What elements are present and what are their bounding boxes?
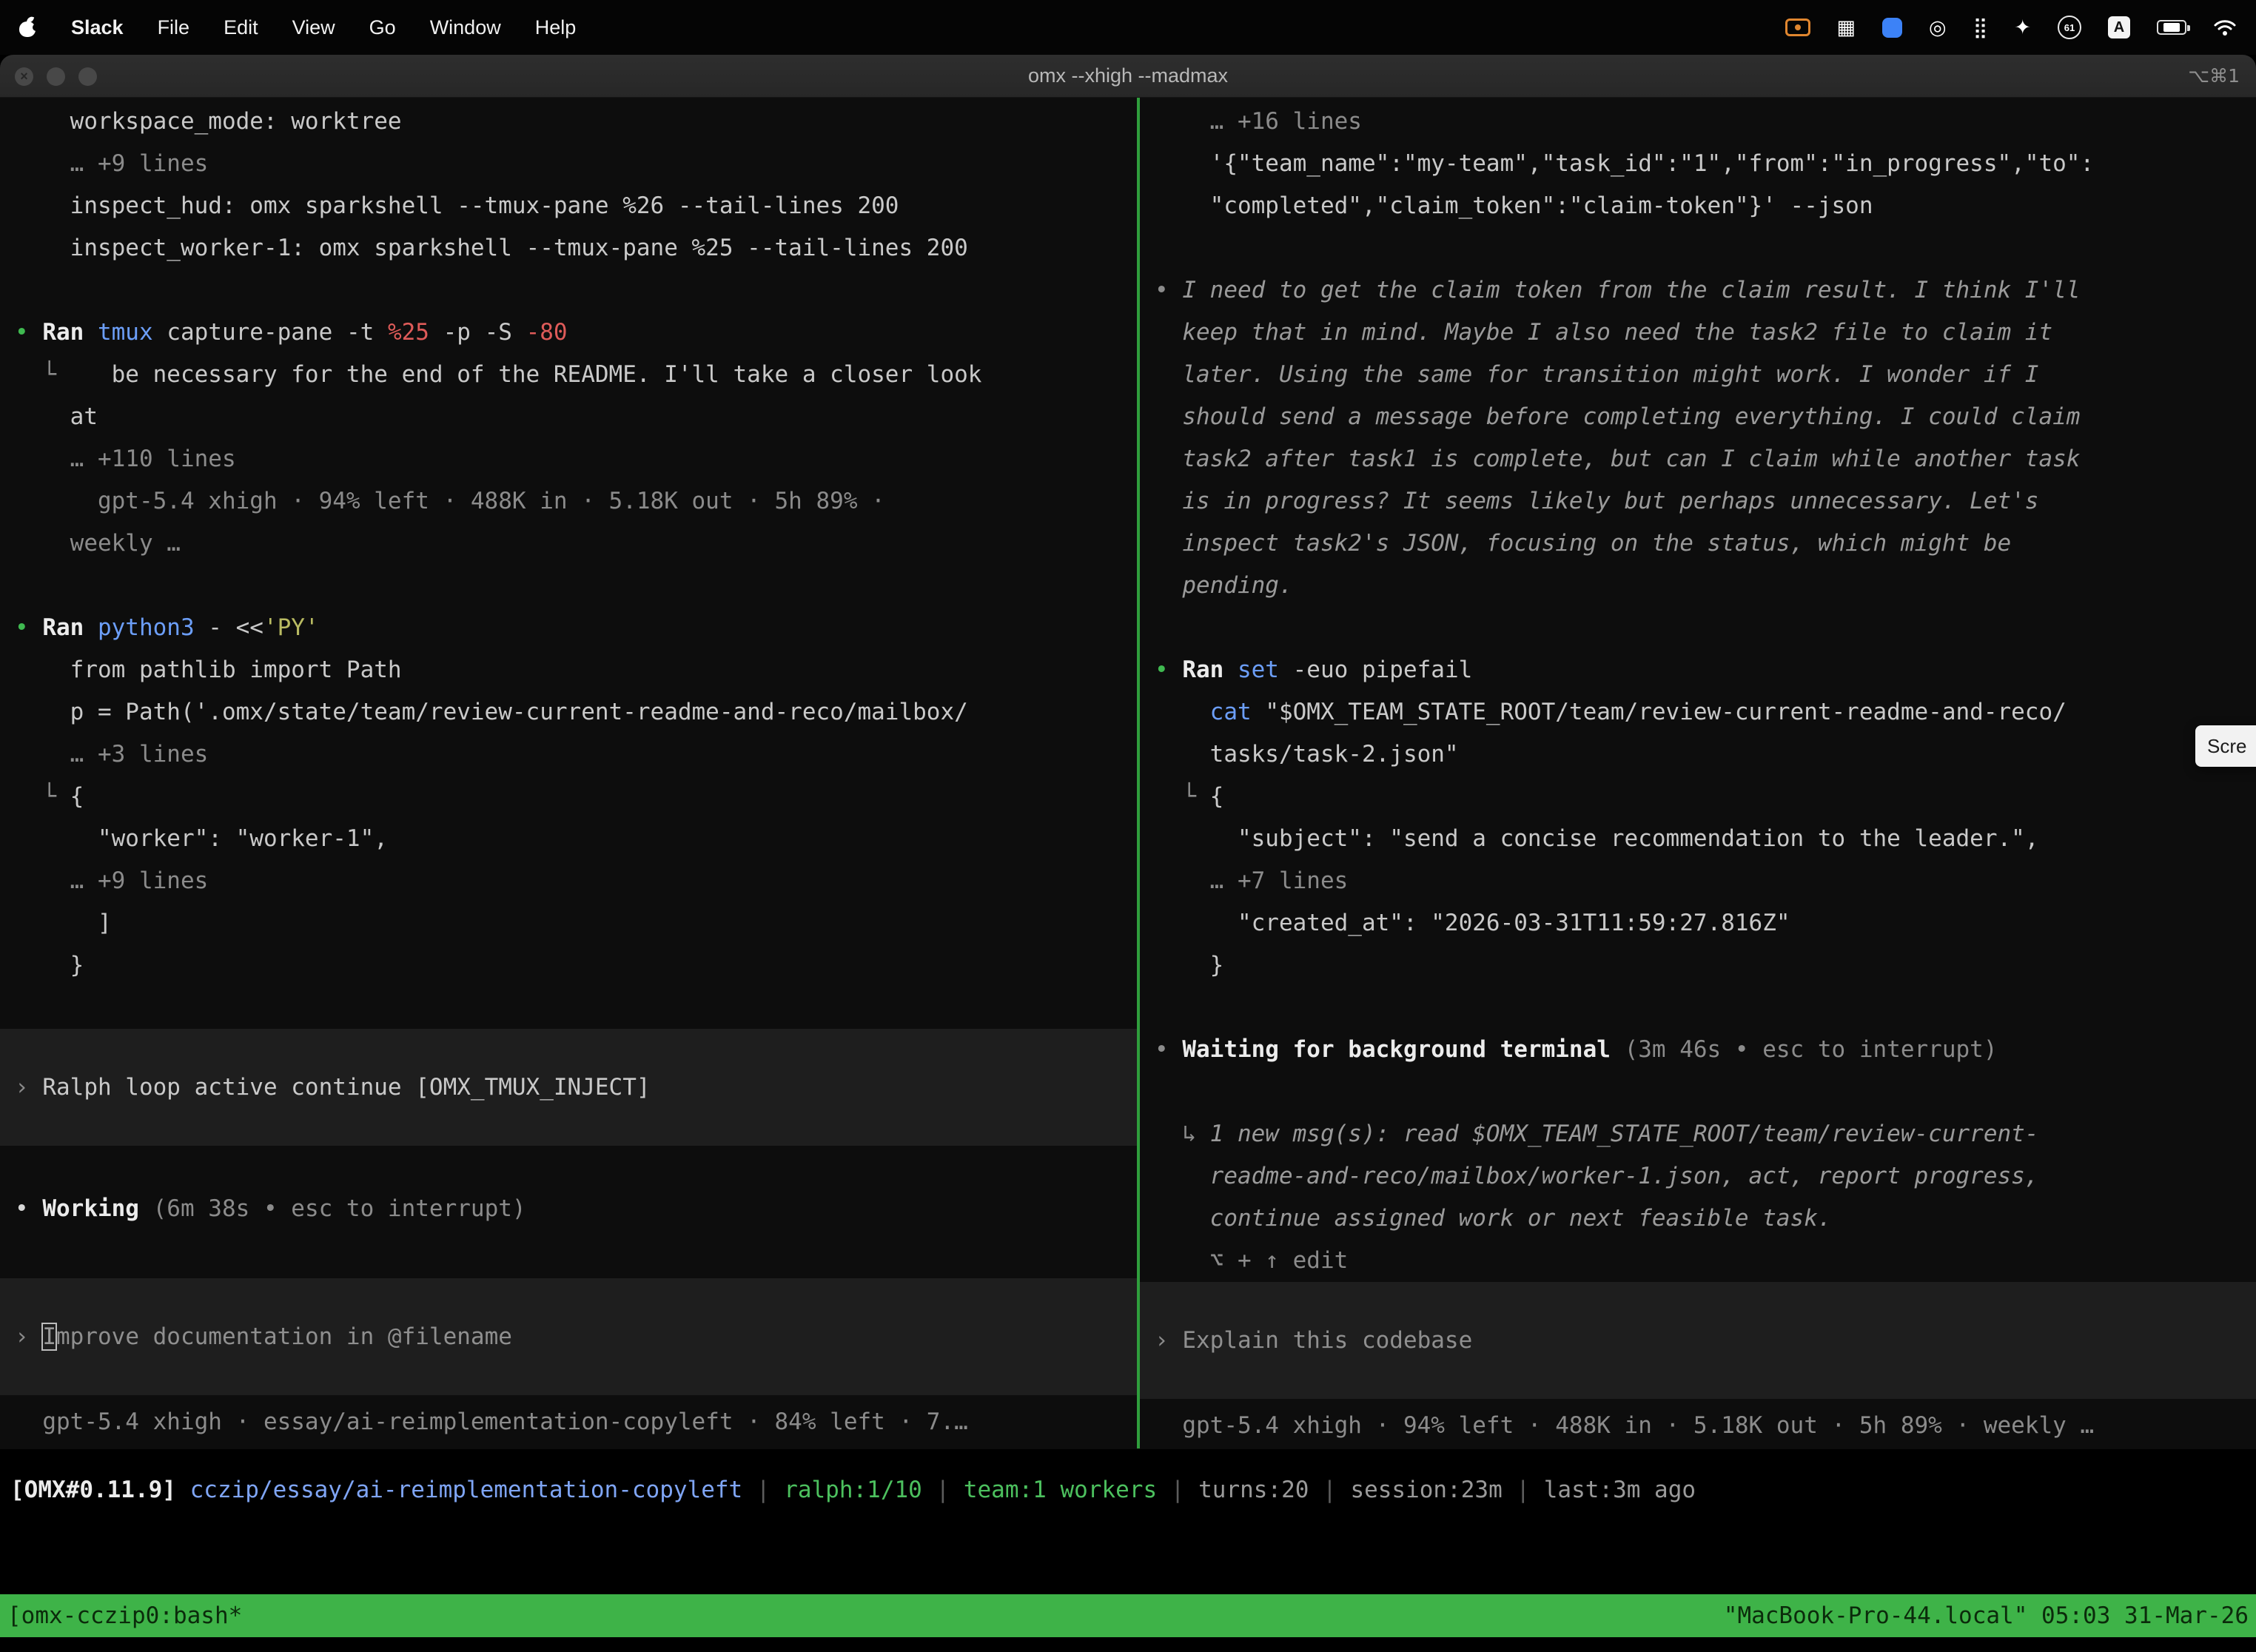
prompt-suggestion: Explain this codebase <box>1182 1327 1472 1354</box>
tmux-host-clock: "MacBook-Pro-44.local" 05:03 31-Mar-26 <box>1724 1602 2249 1629</box>
terminal-window: × omx --xhigh --madmax ⌥⌘1 workspace_mod… <box>0 55 2256 1449</box>
window-title: omx --xhigh --madmax <box>1028 64 1228 87</box>
zoom-button[interactable] <box>78 67 97 86</box>
app-menu-slack[interactable]: Slack <box>71 16 124 39</box>
prompt-chevron-icon: › <box>15 1323 42 1350</box>
terminal-output-right: … +16 lines '{"team_name":"my-team","tas… <box>1155 101 2256 1282</box>
terminal-output-left: workspace_mode: worktree … +9 lines insp… <box>15 101 1137 987</box>
tmux-session-name: [omx-cczip0:bash* <box>7 1602 242 1629</box>
menu-window[interactable]: Window <box>430 16 501 39</box>
tmux-session: workspace_mode: worktree … +9 lines insp… <box>0 98 2256 1448</box>
screenshot-tooltip: Scre <box>2195 725 2256 767</box>
battery-icon[interactable] <box>2157 20 2186 35</box>
input-source-label: A <box>2114 19 2124 36</box>
minimize-button[interactable] <box>47 67 65 86</box>
omx-status-line: [OMX#0.11.9] cczip/essay/ai-reimplementa… <box>0 1469 2256 1511</box>
swirl-icon[interactable]: ◎ <box>1929 16 1947 39</box>
model-status-right: gpt-5.4 xhigh · 94% left · 488K in · 5.1… <box>1155 1405 2256 1447</box>
raycast-icon[interactable] <box>1882 18 1902 38</box>
prompt-placeholder: mprove documentation in @filename <box>56 1323 512 1350</box>
menu-help[interactable]: Help <box>535 16 577 39</box>
tmux-pane-right[interactable]: … +16 lines '{"team_name":"my-team","tas… <box>1140 98 2256 1448</box>
menu-bar: Slack File Edit View Go Window Help ▦ ◎ … <box>0 0 2256 55</box>
apple-menu-icon[interactable] <box>19 18 37 37</box>
tmux-status-bar: [omx-cczip0:bash* "MacBook-Pro-44.local"… <box>0 1594 2256 1637</box>
menu-go[interactable]: Go <box>369 16 396 39</box>
menu-view[interactable]: View <box>292 16 335 39</box>
tmux-pane-left[interactable]: workspace_mode: worktree … +9 lines insp… <box>0 98 1137 1448</box>
screen-recording-icon[interactable] <box>1785 19 1810 36</box>
prompt-chevron-icon: › <box>1155 1327 1182 1354</box>
wifi-icon[interactable] <box>2213 19 2237 36</box>
ralph-loop-banner: › Ralph loop active continue [OMX_TMUX_I… <box>0 1029 1137 1146</box>
prompt-input-right[interactable]: › Explain this codebase <box>1140 1282 2256 1399</box>
prompt-input-left[interactable]: › Improve documentation in @filename <box>0 1278 1137 1395</box>
battery-percent-value: 61 <box>2064 22 2075 33</box>
model-status-left: gpt-5.4 xhigh · essay/ai-reimplementatio… <box>15 1401 1137 1443</box>
text-cursor: I <box>42 1323 56 1350</box>
sparkle-icon[interactable]: ✦ <box>2014 16 2031 39</box>
menu-edit[interactable]: Edit <box>224 16 258 39</box>
window-title-bar[interactable]: × omx --xhigh --madmax ⌥⌘1 <box>0 55 2256 98</box>
dots-grid-icon[interactable]: ⣿ <box>1973 16 1988 39</box>
menu-file[interactable]: File <box>158 16 190 39</box>
keyboard-icon[interactable]: ▦ <box>1837 16 1856 39</box>
working-status-line: • Working (6m 38s • esc to interrupt) <box>15 1188 1137 1230</box>
close-button[interactable]: × <box>15 67 33 86</box>
battery-percent-icon[interactable]: 61 <box>2058 16 2081 39</box>
window-shortcut-badge: ⌥⌘1 <box>2188 65 2240 87</box>
input-source-icon[interactable]: A <box>2108 16 2130 38</box>
